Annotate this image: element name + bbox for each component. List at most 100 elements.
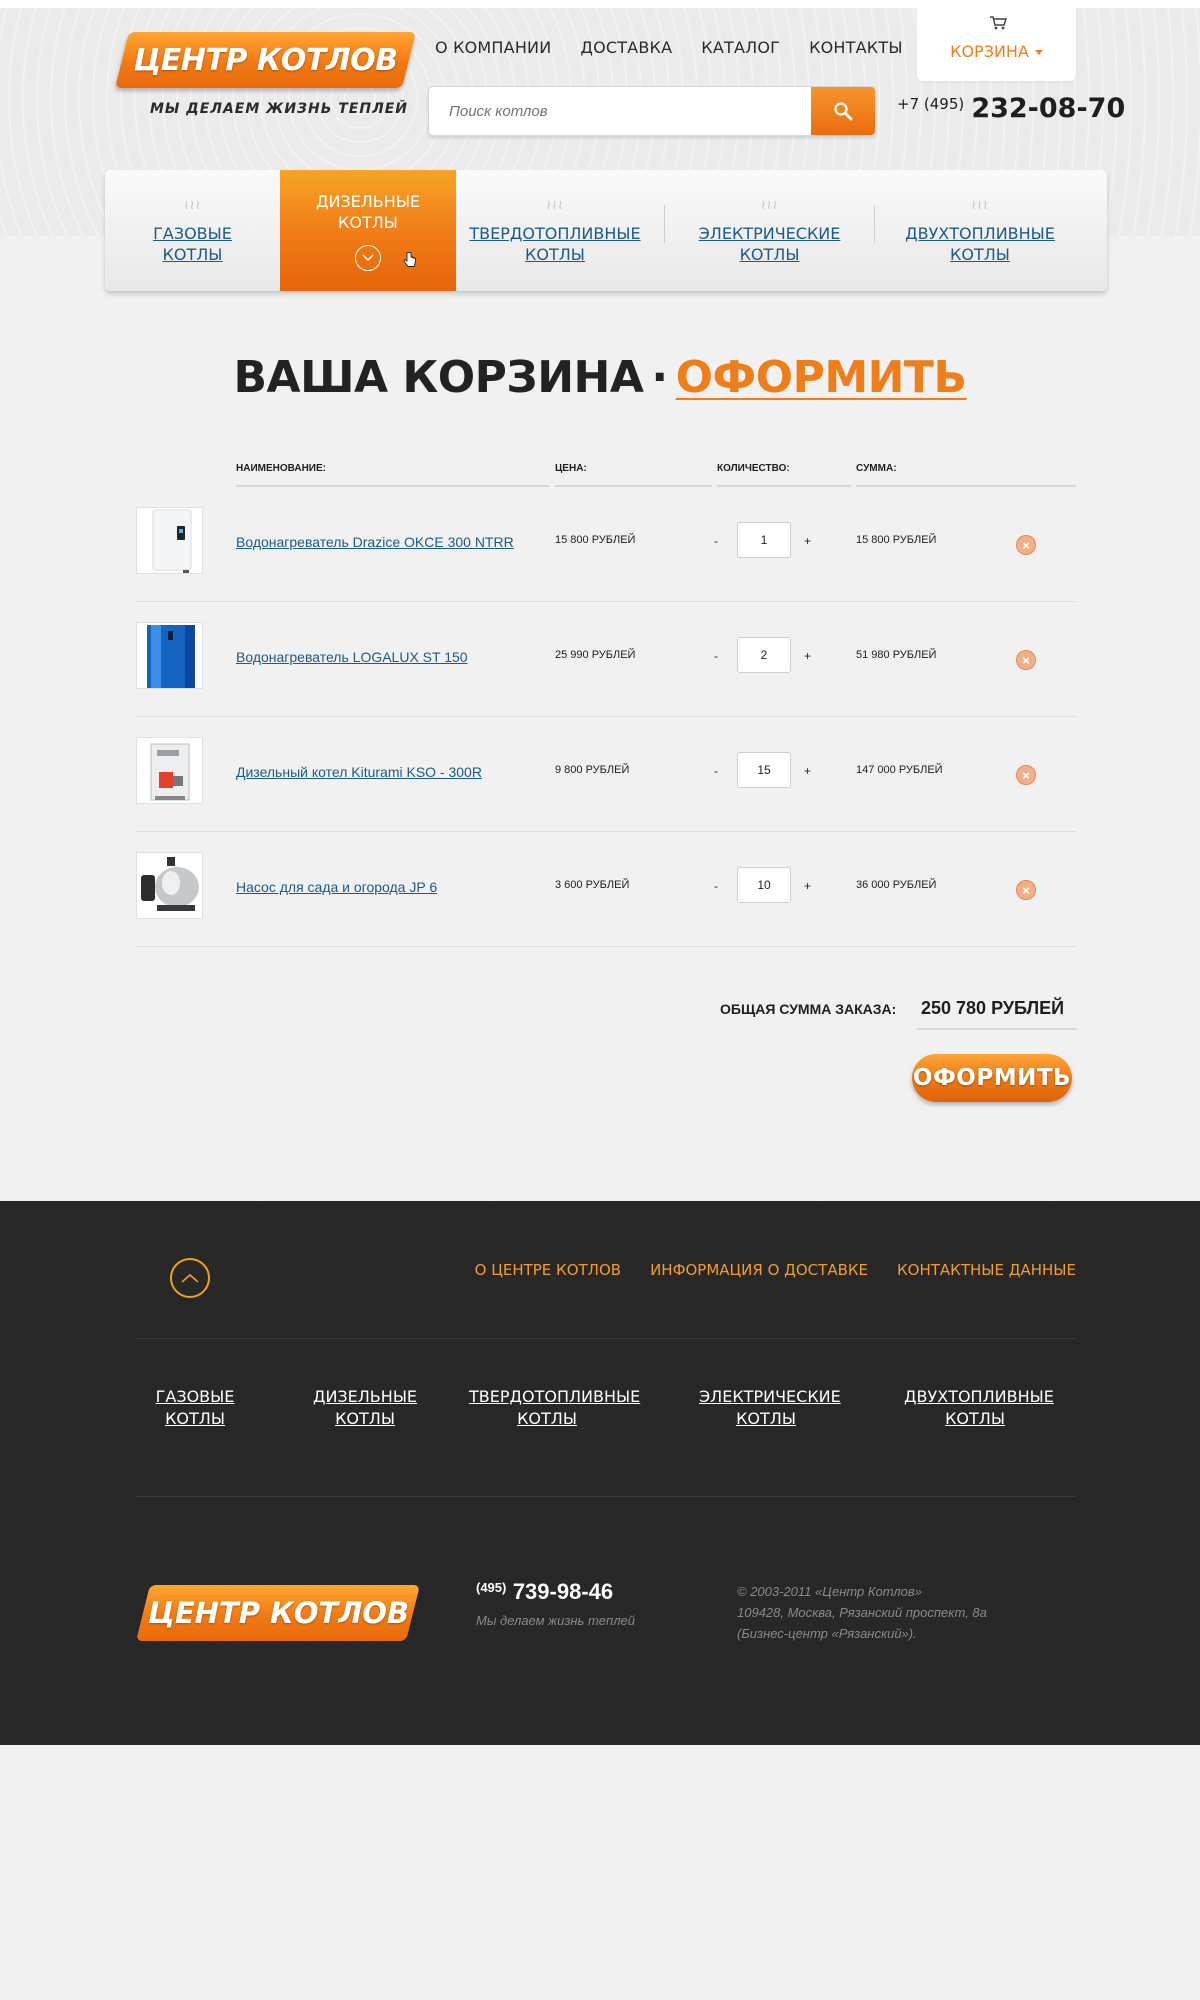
chevron-up-icon [181,1273,199,1283]
product-link[interactable]: Дизельный котел Kiturami KSO - 300R [236,764,482,780]
footer-nav: О ЦЕНТРЕ КОТЛОВ ИНФОРМАЦИЯ О ДОСТАВКЕ КО… [446,1261,1076,1279]
category-label[interactable]: ГАЗОВЫЕ КОТЛЫ [153,223,232,265]
product-link[interactable]: Насос для сада и огорода JP 6 [236,879,437,895]
category-label[interactable]: ДВУХТОПЛИВНЫЕ КОТЛЫ [905,223,1055,265]
footer-phone-number: 739-98-46 [512,1579,614,1604]
footer-category-diesel[interactable]: ДИЗЕЛЬНЫЕ КОТЛЫ [311,1386,419,1430]
cart-row: Дизельный котел Kiturami KSO - 300R 9 80… [136,717,1076,832]
page-title: ВАША КОРЗИНА · ОФОРМИТЬ [0,352,1200,403]
nav-delivery[interactable]: ДОСТАВКА [580,38,672,57]
qty-decrease-button[interactable]: - [714,649,718,663]
product-link[interactable]: Водонагреватель LOGALUX ST 150 [236,649,468,665]
product-thumbnail-garden-pump[interactable] [136,852,203,919]
close-icon[interactable]: × [1016,535,1036,555]
nav-catalog[interactable]: КАТАЛОГ [701,38,780,57]
qty-increase-button[interactable]: + [804,879,811,893]
close-icon[interactable]: × [1016,880,1036,900]
address-line: 109428, Москва, Рязанский проспект, 8а [737,1605,987,1620]
close-icon[interactable]: × [1016,650,1036,670]
row-sum: 51 980 РУБЛЕЙ [856,649,937,661]
cart-row: Водонагреватель Drazice OKCE 300 NTRR 15… [136,487,1076,602]
column-header-qty: КОЛИЧЕСТВО: [717,463,790,474]
product-price: 15 800 РУБЛЕЙ [555,534,636,546]
footer-category-solid-fuel[interactable]: ТВЕРДОТОПЛИВНЫЕ КОТЛЫ [469,1386,640,1430]
qty-increase-button[interactable]: + [804,534,811,548]
cart-dropdown[interactable]: КОРЗИНА [917,8,1076,81]
category-electric[interactable]: ≀≀≀ ЭЛЕКТРИЧЕСКИЕ КОТЛЫ [665,170,874,291]
top-strip [0,0,1200,8]
close-icon[interactable]: × [1016,765,1036,785]
footer-category-gas[interactable]: ГАЗОВЫЕ КОТЛЫ [154,1386,236,1430]
footer-phone: (495) 739-98-46 [476,1579,613,1605]
footer-phone-code: (495) [476,1580,507,1595]
category-solid-fuel[interactable]: ≀≀≀ ТВЕРДОТОПЛИВНЫЕ КОТЛЫ [456,170,654,291]
product-thumbnail-water-heater[interactable] [136,507,203,574]
cart-row: Водонагреватель LOGALUX ST 150 25 990 РУ… [136,602,1076,717]
heat-waves-icon: ≀≀≀ [546,196,564,212]
product-thumbnail-water-tank[interactable] [136,622,203,689]
row-sum: 15 800 РУБЛЕЙ [856,534,937,546]
tagline: МЫ ДЕЛАЕМ ЖИЗНЬ ТЕПЛЕЙ [150,101,408,117]
qty-input[interactable] [737,637,791,673]
qty-decrease-button[interactable]: - [714,879,718,893]
product-link[interactable]: Водонагреватель Drazice OKCE 300 NTRR [236,534,514,550]
qty-decrease-button[interactable]: - [714,764,718,778]
footer-slogan: Мы делаем жизнь теплей [476,1613,635,1628]
category-dual-fuel[interactable]: ≀≀≀ ДВУХТОПЛИВНЫЕ КОТЛЫ [875,170,1085,291]
qty-input[interactable] [737,867,791,903]
heat-waves-icon: ≀≀≀ [760,196,779,212]
category-diesel[interactable]: ДИЗЕЛЬНЫЕ КОТЛЫ [280,170,456,291]
hand-cursor-icon [403,252,416,267]
search-input[interactable] [439,87,789,135]
top-nav: О КОМПАНИИ ДОСТАВКА КАТАЛОГ КОНТАКТЫ [435,38,932,57]
copyright-line: © 2003-2011 «Центр Котлов» [737,1584,922,1599]
category-bar: ≀≀≀ ГАЗОВЫЕ КОТЛЫ ДИЗЕЛЬНЫЕ КОТЛЫ ≀≀≀ ТВЕР… [105,170,1107,291]
logo-text[interactable]: ЦЕНТР КОТЛОВ [122,32,409,88]
search-box [428,86,876,136]
title-checkout-link[interactable]: ОФОРМИТЬ [676,352,967,403]
footer-category-electric[interactable]: ЭЛЕКТРИЧЕСКИЕ КОТЛЫ [699,1386,841,1430]
search-button[interactable] [811,87,875,135]
category-label[interactable]: ТВЕРДОТОПЛИВНЫЕ КОТЛЫ [469,223,640,265]
nav-contacts[interactable]: КОНТАКТЫ [809,38,903,57]
checkout-button[interactable]: ОФОРМИТЬ [912,1054,1072,1102]
nav-about[interactable]: О КОМПАНИИ [435,38,551,57]
footer-divider [136,1338,1076,1339]
chevron-down-icon[interactable] [355,244,381,271]
phone-code: +7 (495) [897,95,965,113]
scroll-to-top-button[interactable] [170,1258,210,1298]
row-sum: 36 000 РУБЛЕЙ [856,879,937,891]
footer-nav-contacts[interactable]: КОНТАКТНЫЕ ДАННЫЕ [897,1261,1076,1279]
title-text: ВАША КОРЗИНА [233,352,644,403]
category-label[interactable]: ЭЛЕКТРИЧЕСКИЕ КОТЛЫ [699,223,841,265]
footer-divider [136,1496,1076,1497]
heat-waves-icon: ≀≀≀ [971,196,989,212]
row-sum: 147 000 РУБЛЕЙ [856,764,943,776]
search-icon [834,102,853,121]
product-price: 25 990 РУБЛЕЙ [555,649,636,661]
qty-input[interactable] [737,522,791,558]
title-separator: · [651,352,668,403]
cart-icon [990,16,1007,30]
product-price: 9 800 РУБЛЕЙ [555,764,630,776]
qty-increase-button[interactable]: + [804,764,811,778]
phone-number: 232-08-70 [971,93,1126,124]
footer-category-dual-fuel[interactable]: ДВУХТОПЛИВНЫЕ КОТЛЫ [904,1386,1054,1430]
column-header-sum: СУММА: [856,463,897,474]
qty-increase-button[interactable]: + [804,649,811,663]
qty-decrease-button[interactable]: - [714,534,718,548]
footer-nav-delivery[interactable]: ИНФОРМАЦИЯ О ДОСТАВКЕ [650,1261,868,1279]
category-label[interactable]: ДИЗЕЛЬНЫЕ КОТЛЫ [316,191,420,233]
category-gas[interactable]: ≀≀≀ ГАЗОВЫЕ КОТЛЫ [105,170,280,291]
header-phone: +7 (495) 232-08-70 [897,93,1125,124]
footer-logo-text[interactable]: ЦЕНТР КОТЛОВ [136,1585,421,1641]
column-header-price: ЦЕНА: [555,463,587,474]
heat-waves-icon: ≀≀≀ [183,196,202,212]
product-thumbnail-diesel-boiler[interactable] [136,737,203,804]
order-total-label: ОБЩАЯ СУММА ЗАКАЗА: [720,1001,897,1017]
footer-nav-about[interactable]: О ЦЕНТРЕ КОТЛОВ [475,1261,621,1279]
cart-row: Насос для сада и огорода JP 6 3 600 РУБЛ… [136,832,1076,947]
footer-copyright: © 2003-2011 «Центр Котлов» 109428, Москв… [737,1581,987,1644]
qty-input[interactable] [737,752,791,788]
cart-label[interactable]: КОРЗИНА [917,42,1076,61]
